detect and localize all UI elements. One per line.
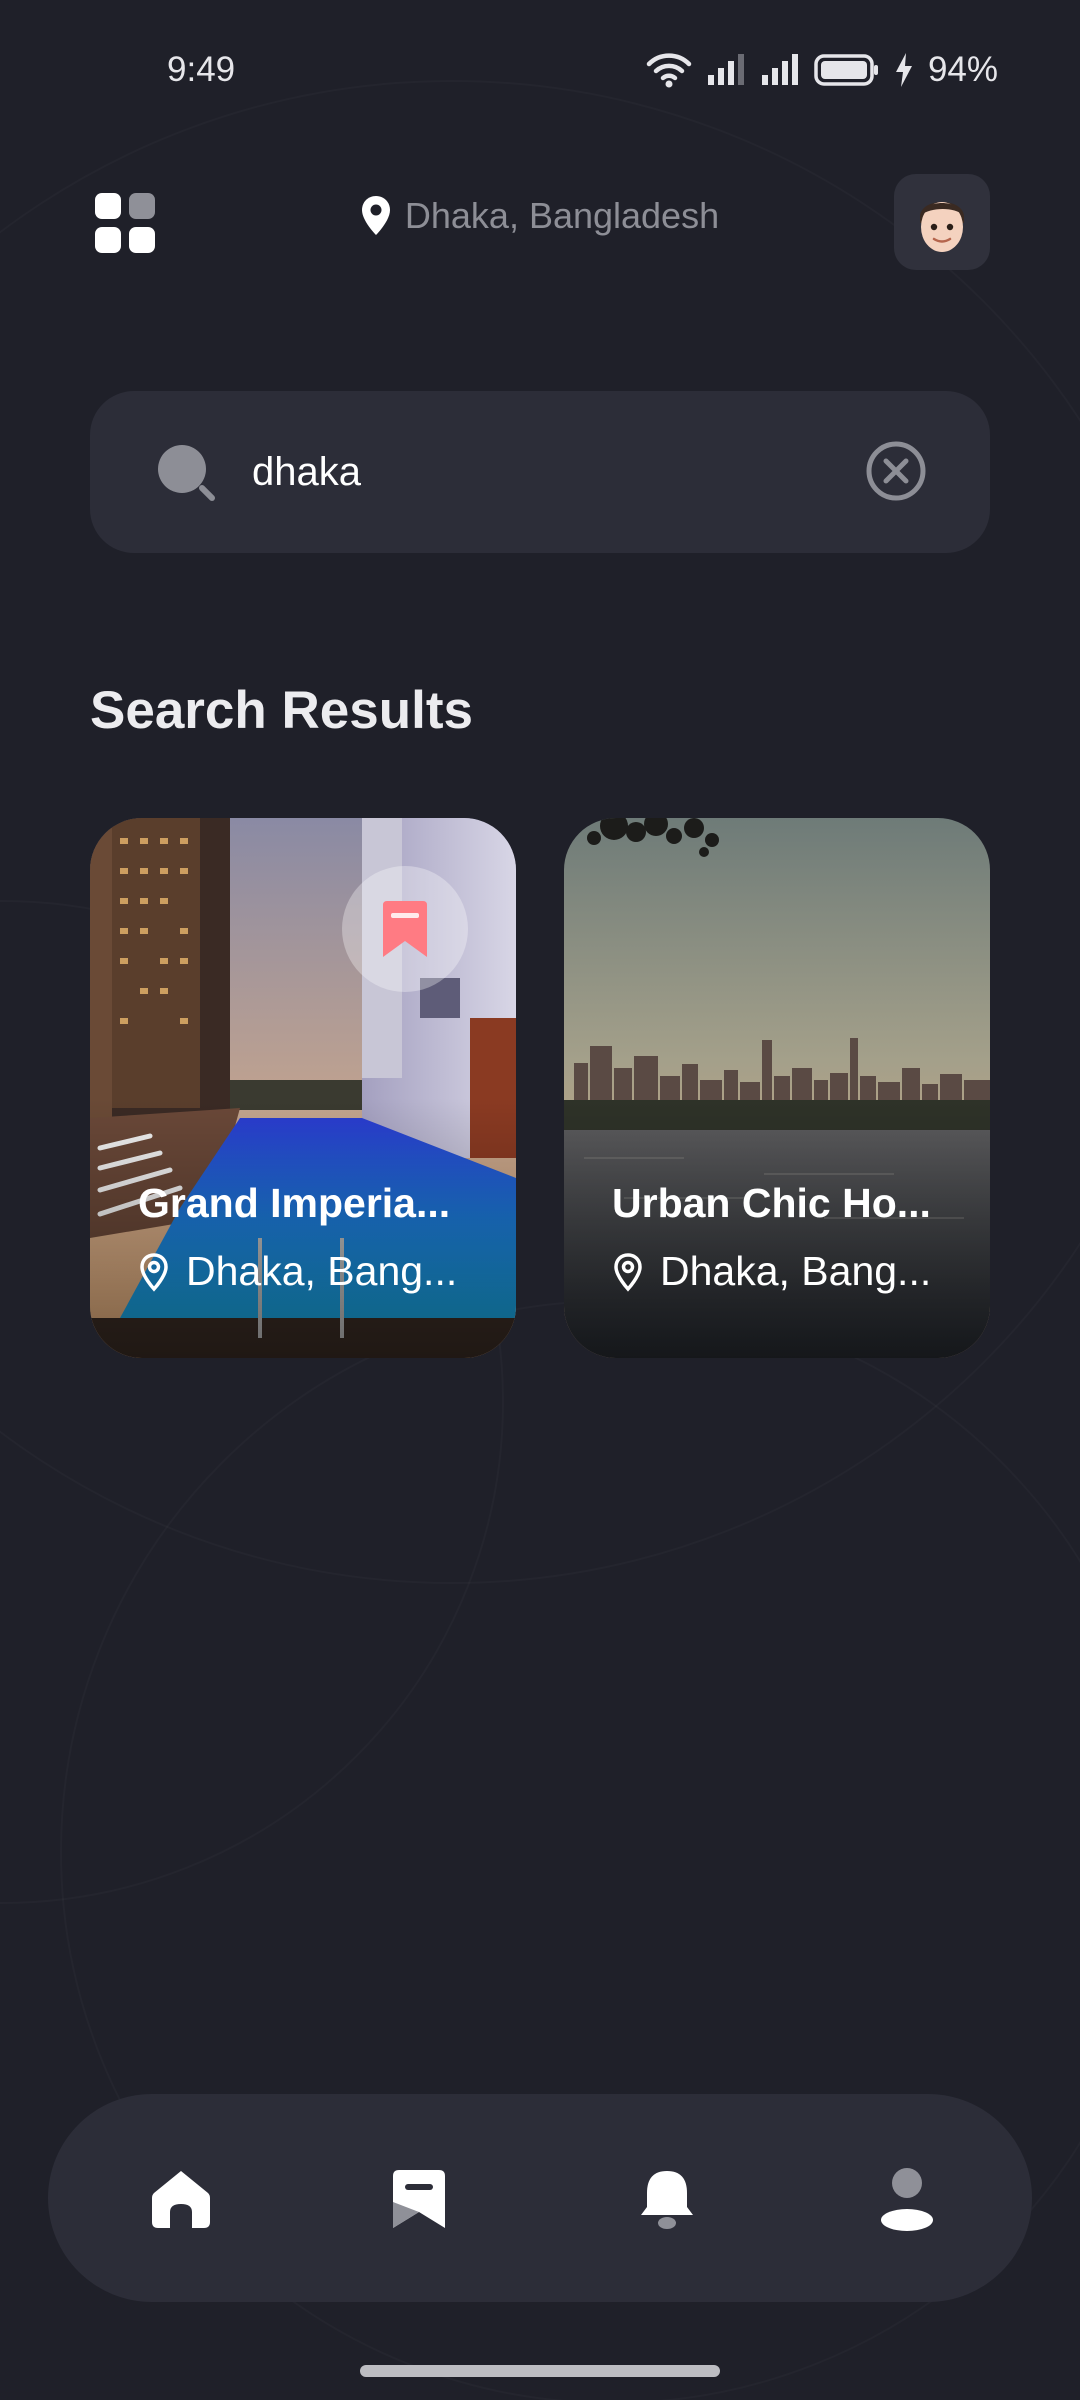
memoji-avatar-icon <box>920 202 964 252</box>
charging-icon <box>895 53 912 87</box>
hotel-card[interactable]: Urban Chic Ho... Dhaka, Bang... <box>564 818 990 1358</box>
avatar[interactable] <box>894 174 990 270</box>
home-icon <box>152 2171 210 2228</box>
search-results-title: Search Results <box>90 681 473 740</box>
card-shade <box>564 1098 990 1358</box>
hotel-location: Dhaka, Bang... <box>612 1248 952 1295</box>
card-shade <box>90 1098 516 1358</box>
location-label: Dhaka, Bangladesh <box>404 195 720 236</box>
location-pin-outline-icon <box>140 1252 168 1292</box>
hotel-location: Dhaka, Bang... <box>138 1248 478 1295</box>
hotel-location-text: Dhaka, Bang... <box>660 1248 932 1294</box>
nav-home[interactable] <box>136 2154 226 2244</box>
home-indicator[interactable] <box>360 2365 720 2377</box>
status-bar: 9:49 94% <box>0 0 1080 140</box>
signal-2-icon <box>761 54 798 85</box>
hotel-card[interactable]: Grand Imperia... Dhaka, Bang... <box>90 818 516 1358</box>
bookmark-icon <box>383 901 427 957</box>
location-pin-icon <box>361 196 390 235</box>
app-screen: 9:49 94% Dhaka, Bangladesh dhaka Search … <box>0 0 1080 2400</box>
search-bar <box>90 391 990 553</box>
hotel-name: Urban Chic Ho... <box>612 1180 931 1226</box>
bookmark-icon <box>393 2170 445 2228</box>
battery-icon <box>814 54 878 86</box>
user-icon <box>881 2168 933 2231</box>
nav-profile[interactable] <box>862 2154 952 2244</box>
clear-search-icon[interactable] <box>864 439 928 503</box>
hotel-location-text: Dhaka, Bang... <box>186 1248 458 1294</box>
wifi-icon <box>646 53 692 88</box>
bell-icon <box>641 2171 693 2229</box>
status-icons: 94% <box>646 50 998 90</box>
search-icon[interactable] <box>154 441 220 503</box>
nav-notifications[interactable] <box>622 2154 712 2244</box>
bottom-nav <box>48 2094 1032 2302</box>
status-time: 9:49 <box>167 50 236 89</box>
signal-1-icon <box>707 54 744 85</box>
battery-percent: 94% <box>927 50 998 89</box>
location-pin-outline-icon <box>614 1252 642 1292</box>
hotel-name: Grand Imperia... <box>138 1180 451 1226</box>
nav-bookmarks[interactable] <box>374 2154 464 2244</box>
bookmark-button[interactable] <box>342 866 468 992</box>
search-input[interactable] <box>252 443 772 501</box>
